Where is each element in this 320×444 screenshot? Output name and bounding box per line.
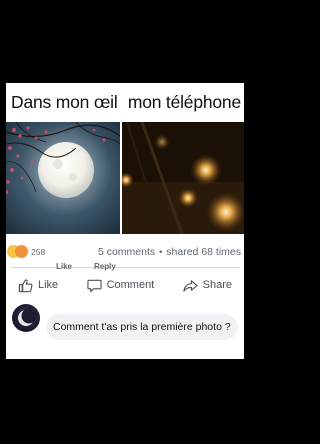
moon-eye-photo: [6, 122, 120, 234]
like-label: Like: [38, 279, 59, 291]
post-stats: 258 5 comments • shared 68 times: [6, 242, 244, 262]
speech-bubble-icon: [86, 279, 102, 292]
angry-reaction-icon: [15, 245, 28, 258]
reaction-icons[interactable]: [7, 245, 29, 259]
comment-count[interactable]: 5 comments: [98, 246, 155, 258]
comment-like-link[interactable]: Like: [56, 262, 72, 271]
comment-text: Comment t'as pris la première photo ?: [53, 321, 231, 333]
share-count[interactable]: shared 68 times: [166, 246, 241, 258]
comment: Comment t'as pris la première photo ?: [6, 304, 244, 342]
meme-post-card: Dans mon œil mon téléphone 258 5 comment…: [6, 83, 244, 359]
comment-bubble: Comment t'as pris la première photo ?: [46, 314, 238, 340]
moon-avatar-icon: [18, 308, 37, 326]
share-arrow-icon: [183, 279, 198, 292]
share-label: Share: [202, 279, 232, 291]
share-button[interactable]: Share: [183, 278, 232, 293]
thumbs-up-icon: [18, 278, 33, 292]
phone-photo: [122, 122, 244, 234]
avatar[interactable]: [12, 304, 40, 332]
comment-reply-link[interactable]: Reply: [94, 262, 116, 271]
blurry-night-image: [122, 122, 244, 234]
photo-comparison: [6, 122, 244, 234]
stats-separator: •: [159, 247, 163, 257]
comment-button[interactable]: Comment: [86, 278, 155, 293]
meme-caption: Dans mon œil mon téléphone: [6, 83, 244, 121]
reaction-count[interactable]: 258: [31, 247, 45, 257]
comment-label: Comment: [106, 279, 155, 291]
moon-image: [6, 122, 120, 234]
caption-right: mon téléphone: [127, 91, 241, 112]
caption-left: Dans mon œil: [11, 91, 118, 112]
like-button[interactable]: Like: [18, 278, 58, 293]
post-actions: Like Comment Share: [6, 273, 244, 297]
divider: [10, 267, 240, 268]
comment-actions: Like Reply: [56, 262, 116, 271]
